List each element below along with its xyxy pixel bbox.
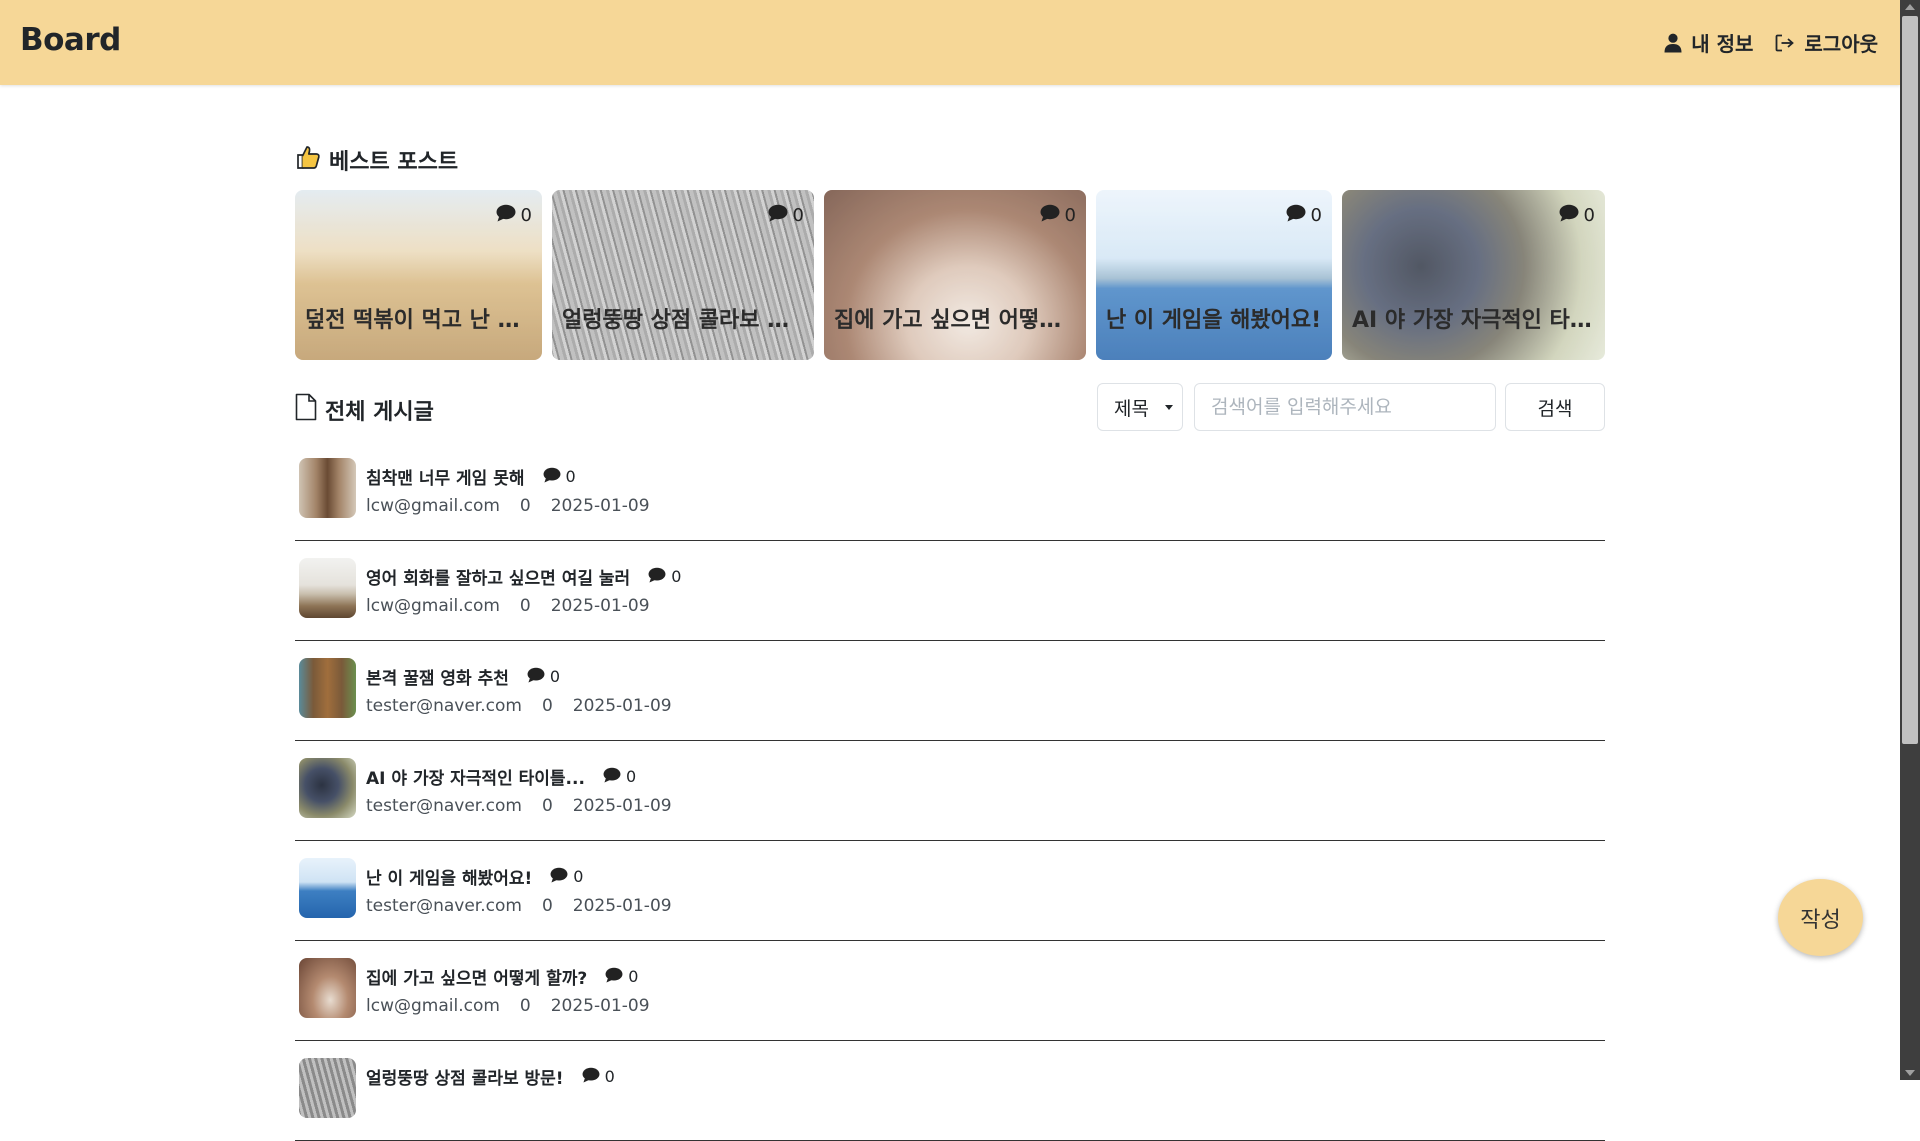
comment-icon	[550, 867, 568, 887]
comment-icon	[768, 204, 788, 227]
post-views: 0	[541, 796, 553, 816]
best-post-title: 집에 가고 싶으면 어떻게 할까?	[834, 308, 1076, 333]
post-title: 난 이 게임을 해봤어요!	[366, 869, 533, 889]
table-row[interactable]: 집에 가고 싶으면 어떻게 할까? 0 lcw@gmail.com 0 2025…	[295, 940, 1605, 1041]
post-views: 0	[541, 896, 553, 916]
table-row[interactable]: 영어 회화를 잘하고 싶으면 여길 눌러 0 lcw@gmail.com 0 2…	[295, 540, 1605, 641]
best-post-card[interactable]: 0 덮전 떡볶이 먹고 난 후기	[295, 190, 542, 360]
my-info-link[interactable]: 내 정보	[1664, 28, 1753, 57]
post-comments: 0	[648, 567, 681, 587]
logout-icon	[1775, 34, 1795, 52]
table-row[interactable]: 난 이 게임을 해봤어요! 0 tester@naver.com 0 2025-…	[295, 840, 1605, 941]
comment-icon	[1286, 204, 1306, 227]
scroll-up-icon[interactable]	[1905, 4, 1915, 10]
write-post-button[interactable]: 작성	[1778, 879, 1863, 956]
post-date: 2025-01-09	[572, 696, 672, 716]
comment-icon	[543, 467, 561, 487]
scroll-down-icon[interactable]	[1905, 1070, 1915, 1076]
post-author: tester@naver.com	[366, 696, 522, 716]
post-title: 침착맨 너무 게임 못해	[366, 469, 525, 489]
best-post-title: AI 야 가장 자극적인 타이틀 만들어줘	[1352, 308, 1595, 333]
best-post-card[interactable]: 0 AI 야 가장 자극적인 타이틀 만들어줘	[1342, 190, 1605, 360]
page-scrollbar[interactable]	[1900, 0, 1920, 1080]
pier-photo	[299, 558, 356, 618]
thumbs-up-icon	[295, 144, 321, 176]
post-author: tester@naver.com	[366, 796, 522, 816]
best-post-comments: 0	[496, 204, 532, 227]
best-posts-title: 베스트 포스트	[329, 150, 459, 175]
post-title: AI 야 가장 자극적인 타이틀...	[366, 769, 585, 789]
post-comments: 0	[605, 967, 638, 987]
post-title: 영어 회화를 잘하고 싶으면 여길 눌러	[366, 569, 631, 589]
post-title: 얼렁뚱땅 상점 콜라보 방문!	[366, 1069, 564, 1089]
best-post-title: 얼렁뚱땅 상점 콜라보 방문!	[562, 308, 804, 333]
post-title: 본격 꿀잼 영화 추천	[366, 669, 509, 689]
best-post-comments: 0	[1559, 204, 1595, 227]
search-field-select[interactable]: 제목	[1097, 383, 1183, 431]
post-comments: 0	[543, 467, 576, 487]
search-input[interactable]	[1194, 383, 1496, 431]
comment-icon	[1040, 204, 1060, 227]
wooden-door-photo	[299, 658, 356, 718]
grass-bw-photo	[299, 1058, 356, 1118]
search-field-value: 제목	[1114, 397, 1149, 420]
header-nav: 내 정보 로그아웃	[1664, 28, 1878, 57]
grapes-photo	[299, 758, 356, 818]
user-icon	[1664, 33, 1682, 53]
post-comments: 0	[603, 767, 636, 787]
top-header: Board 내 정보 로그아웃	[0, 0, 1900, 85]
post-author: lcw@gmail.com	[366, 496, 500, 516]
comment-icon	[582, 1067, 600, 1087]
best-post-card[interactable]: 0 집에 가고 싶으면 어떻게 할까?	[824, 190, 1086, 360]
all-posts-heading: 전체 게시글	[295, 393, 434, 427]
table-row[interactable]: 본격 꿀잼 영화 추천 0 tester@naver.com 0 2025-01…	[295, 640, 1605, 741]
comment-icon	[1559, 204, 1579, 227]
best-post-card[interactable]: 0 얼렁뚱땅 상점 콜라보 방문!	[552, 190, 814, 360]
best-post-comments: 0	[1286, 204, 1322, 227]
search-button[interactable]: 검색	[1505, 383, 1605, 431]
best-posts-heading: 베스트 포스트	[295, 144, 458, 176]
old-door-photo	[299, 458, 356, 518]
all-posts-title: 전체 게시글	[325, 400, 434, 425]
city-sea-photo	[299, 858, 356, 918]
table-row[interactable]: AI 야 가장 자극적인 타이틀... 0 tester@naver.com 0…	[295, 740, 1605, 841]
post-comments: 0	[527, 667, 560, 687]
my-info-label: 내 정보	[1691, 32, 1754, 56]
comment-icon	[605, 967, 623, 987]
comment-icon	[527, 667, 545, 687]
post-author: lcw@gmail.com	[366, 996, 500, 1016]
post-author: lcw@gmail.com	[366, 596, 500, 616]
best-post-card[interactable]: 0 난 이 게임을 해봤어요!	[1096, 190, 1332, 360]
document-icon	[295, 393, 317, 427]
best-post-comments: 0	[768, 204, 804, 227]
logout-label: 로그아웃	[1804, 32, 1878, 56]
post-date: 2025-01-09	[572, 896, 672, 916]
post-author: tester@naver.com	[366, 896, 522, 916]
post-date: 2025-01-09	[550, 596, 650, 616]
board-logo[interactable]: Board	[20, 22, 121, 58]
table-row[interactable]: 얼렁뚱땅 상점 콜라보 방문! 0	[295, 1040, 1605, 1141]
comment-icon	[603, 767, 621, 787]
post-views: 0	[519, 996, 531, 1016]
scroll-thumb[interactable]	[1902, 16, 1918, 744]
logout-link[interactable]: 로그아웃	[1775, 28, 1878, 57]
post-date: 2025-01-09	[550, 496, 650, 516]
post-views: 0	[519, 496, 531, 516]
caret-down-icon	[1165, 405, 1173, 410]
table-row[interactable]: 침착맨 너무 게임 못해 0 lcw@gmail.com 0 2025-01-0…	[295, 440, 1605, 541]
post-date: 2025-01-09	[550, 996, 650, 1016]
comment-icon	[496, 204, 516, 227]
post-title: 집에 가고 싶으면 어떻게 할까?	[366, 969, 588, 989]
comment-icon	[648, 567, 666, 587]
best-post-title: 덮전 떡볶이 먹고 난 후기	[305, 308, 532, 333]
post-date: 2025-01-09	[572, 796, 672, 816]
post-views: 0	[541, 696, 553, 716]
post-comments: 0	[550, 867, 583, 887]
best-post-comments: 0	[1040, 204, 1076, 227]
post-comments: 0	[582, 1067, 615, 1087]
baseball-glove-photo	[299, 958, 356, 1018]
post-views: 0	[519, 596, 531, 616]
best-post-title: 난 이 게임을 해봤어요!	[1106, 308, 1322, 333]
